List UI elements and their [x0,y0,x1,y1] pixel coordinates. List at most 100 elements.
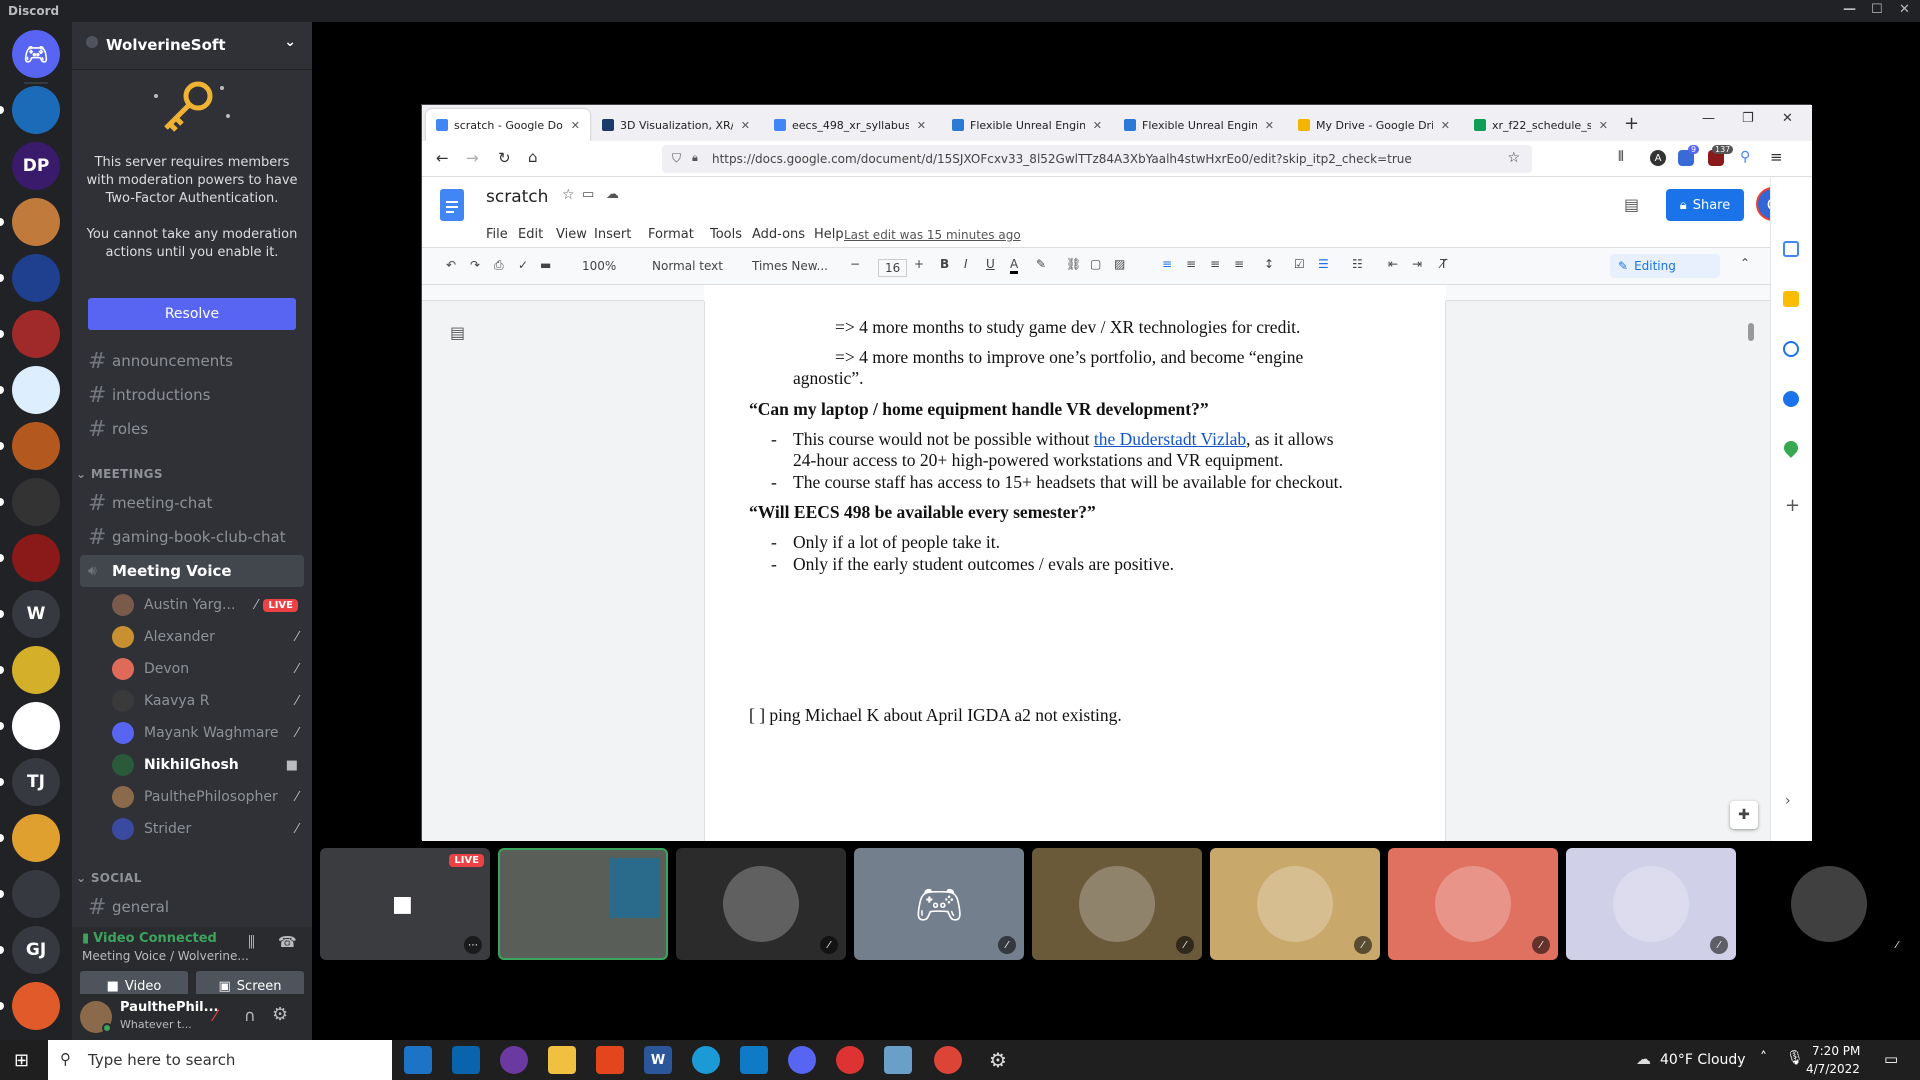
channel-item[interactable]: # roles [80,413,304,445]
close-tab-icon[interactable]: ✕ [917,119,926,132]
voice-user[interactable]: Devon ⁄ [112,655,302,683]
account-icon[interactable]: A [1650,150,1666,166]
contacts-icon[interactable] [1783,391,1799,407]
chevron-down-icon[interactable]: ⌄ [284,34,296,50]
vizlab-link[interactable]: the Duderstadt Vizlab [1094,429,1246,449]
channel-item[interactable]: # introductions [80,379,304,411]
clear-formatting-icon[interactable]: T̸ [1440,257,1447,271]
channel-item[interactable]: # meeting-chat [80,487,304,519]
disconnect-icon[interactable]: ☎ [278,933,297,951]
last-edit-link[interactable]: Last edit was 15 minutes ago [844,228,1021,242]
forward-icon[interactable]: → [466,149,479,167]
add-addon-icon[interactable]: + [1785,495,1800,516]
close-tab-icon[interactable]: ✕ [571,119,580,132]
back-icon[interactable]: ← [436,149,449,167]
mail-app-icon[interactable] [452,1046,480,1074]
chrome-app-icon[interactable] [934,1046,962,1074]
menu-item[interactable]: Insert [594,227,631,242]
microphone-icon[interactable]: 🎙︎ [1786,1050,1804,1066]
participant-tile[interactable]: ⁄ [1210,848,1380,960]
voice-user[interactable]: Alexander ⁄ [112,623,302,651]
server-icon[interactable]: W [12,590,60,638]
align-left-icon[interactable]: ≡ [1162,257,1172,271]
voice-user[interactable]: Mayank Waghmare ⁄ [112,719,302,747]
server-icon[interactable] [12,646,60,694]
server-icon[interactable] [12,534,60,582]
participant-tile[interactable] [498,848,668,960]
home-icon[interactable]: ⌂ [528,148,538,166]
align-center-icon[interactable]: ≡ [1186,257,1196,271]
font-size-input[interactable]: 16 [878,259,908,277]
docs-logo-icon[interactable] [440,189,464,221]
scrollbar[interactable] [1748,323,1754,341]
category-header[interactable]: ⌄ SOCIAL [76,871,142,885]
username[interactable]: PaulthePhil... [120,1000,218,1015]
channel-item[interactable]: # gaming-book-club-chat [80,521,304,553]
server-icon[interactable] [12,702,60,750]
vscode-app-icon[interactable] [740,1046,768,1074]
server-icon[interactable] [12,422,60,470]
signal-icon[interactable]: ▮ [82,931,89,946]
browser-tab[interactable]: scratch - Google Docs ✕ [426,109,590,141]
participant-tile[interactable]: ⁄ [1566,848,1736,960]
more-options-icon[interactable]: ⋯ [464,936,482,954]
weather-icon[interactable]: ☁ [1636,1050,1651,1068]
highlight-icon[interactable]: ✎ [1036,257,1046,271]
voice-user[interactable]: NikhilGhosh ■ [112,751,302,779]
calendar-icon[interactable] [1783,241,1799,257]
new-tab-icon[interactable]: + [1624,113,1639,134]
document-page[interactable]: => 4 more months to study game dev / XR … [704,301,1446,841]
browser-tab[interactable]: Flexible Unreal Engine Jo... ✕ [942,109,1112,141]
participant-tile[interactable]: ⁄ [1032,848,1202,960]
app-icon[interactable] [836,1046,864,1074]
settings-app-icon[interactable]: ⚙ [984,1046,1012,1074]
reload-icon[interactable]: ↻ [498,149,511,167]
participant-tile[interactable]: 🎮︎ ⁄ [854,848,1024,960]
undo-icon[interactable]: ↶ [446,258,456,272]
paint-format-icon[interactable]: ▬ [540,258,551,272]
maps-icon[interactable] [1781,438,1801,458]
channel-item[interactable]: 🔊︎ Meeting Voice [80,555,304,587]
mute-mic-icon[interactable]: ⁄ [214,1006,217,1025]
menu-item[interactable]: Add-ons [752,227,805,242]
browser-tab[interactable]: 3D Visualization, XR/VR... ✕ [592,109,760,141]
server-icon[interactable] [12,198,60,246]
server-icon[interactable] [12,310,60,358]
store-app-icon[interactable] [404,1046,432,1074]
menu-item[interactable]: Help [814,227,844,242]
cloud-status-icon[interactable]: ☁ [606,187,619,202]
chevron-right-icon[interactable]: › [1785,793,1791,809]
server-icon[interactable]: GJ [12,926,60,974]
comments-icon[interactable]: ▤ [1624,195,1639,214]
spellcheck-icon[interactable]: ✓ [518,258,528,272]
tasks-icon[interactable] [1783,341,1799,357]
server-icon[interactable] [12,814,60,862]
minimize-button[interactable]: — [1702,111,1715,126]
restore-button[interactable]: ❐ [1742,111,1754,126]
participant-tile[interactable]: ⁄ [676,848,846,960]
weather-text[interactable]: 40°F Cloudy [1660,1052,1746,1068]
zoom-select[interactable]: 100% [582,259,616,273]
browser-tab[interactable]: eecs_498_xr_syllabus - Go... ✕ [764,109,936,141]
bulleted-list-icon[interactable]: ☰ [1318,257,1329,271]
voice-user[interactable]: Austin Yarg... ⁄ LIVE [112,591,302,619]
library-icon[interactable]: ⫴ [1618,149,1624,165]
gear-icon[interactable]: ⚙ [272,1004,288,1025]
font-select[interactable]: Times New... [752,259,828,273]
italic-icon[interactable]: I [964,257,968,271]
server-icon[interactable] [12,982,60,1030]
menu-item[interactable]: Edit [518,227,543,242]
close-tab-icon[interactable]: ✕ [1093,119,1102,132]
server-icon[interactable] [12,254,60,302]
server-icon[interactable]: DP [12,142,60,190]
app-icon[interactable] [500,1046,528,1074]
windows-start-icon[interactable]: ⊞ [14,1050,29,1071]
menu-item[interactable]: Tools [710,227,742,242]
word-app-icon[interactable]: W [644,1046,672,1074]
participant-tile[interactable]: ⁄ [1744,848,1914,960]
server-icon[interactable] [12,366,60,414]
url-bar[interactable]: ⛉ 🔒︎ https://docs.google.com/document/d/… [662,145,1532,173]
app-icon[interactable] [884,1046,912,1074]
keep-icon[interactable] [1783,291,1799,307]
menu-item[interactable]: View [556,227,587,242]
